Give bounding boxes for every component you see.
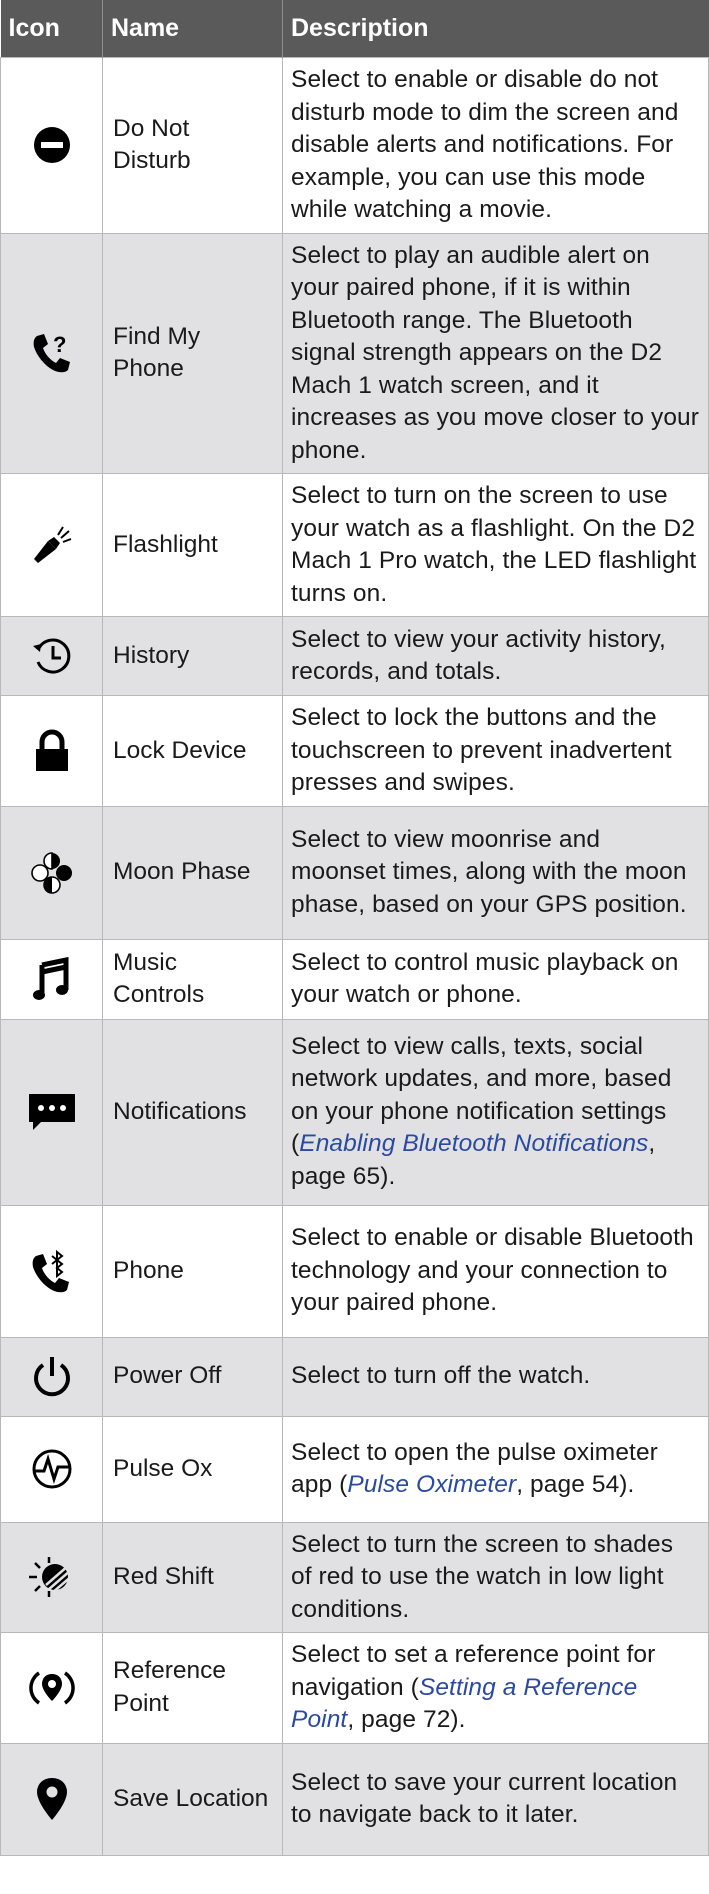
- table-row: Power Off Select to turn off the watch.: [0, 1336, 709, 1417]
- table-row: Do Not Disturb Select to enable or disab…: [0, 57, 709, 234]
- row-description: Select to lock the buttons and the touch…: [282, 695, 709, 807]
- row-description: Select to view calls, texts, social netw…: [282, 1018, 709, 1206]
- header-description: Description: [282, 0, 709, 58]
- red-shift-icon: [1, 1555, 102, 1599]
- table-row: ? Find My Phone Select to play an audibl…: [0, 232, 709, 474]
- svg-text:?: ?: [53, 332, 66, 357]
- header-name: Name: [102, 0, 283, 58]
- table-row: Lock Device Select to lock the buttons a…: [0, 695, 709, 807]
- moon-phase-icon: [1, 850, 102, 896]
- table-row: Reference Point Select to set a referenc…: [0, 1632, 709, 1744]
- row-description: Select to enable or disable Bluetooth te…: [282, 1204, 709, 1338]
- table-row: Moon Phase Select to view moonrise and m…: [0, 805, 709, 940]
- history-icon: [1, 634, 102, 678]
- row-description: Select to turn on the screen to use your…: [282, 473, 709, 617]
- cross-reference-link[interactable]: Enabling Bluetooth Notifi­cations: [299, 1130, 648, 1157]
- row-description: Select to open the pulse oximeter app (P…: [282, 1415, 709, 1523]
- phone-bluetooth-icon: [1, 1248, 102, 1294]
- row-description: Select to set a reference point for navi…: [282, 1632, 709, 1744]
- table-row: History Select to view your activity his…: [0, 616, 709, 696]
- row-name: Flashlight: [102, 473, 283, 617]
- row-name: Power Off: [102, 1336, 283, 1417]
- reference-point-icon: [1, 1665, 102, 1711]
- table-row: Pulse Ox Select to open the pulse oximet…: [0, 1415, 709, 1523]
- row-description: Select to turn off the watch.: [282, 1336, 709, 1417]
- table-row: Save Location Select to save your curren…: [0, 1742, 709, 1856]
- table-row: Red Shift Select to turn the screen to s…: [0, 1521, 709, 1633]
- row-name: Lock Device: [102, 695, 283, 807]
- row-name: Find My Phone: [102, 232, 283, 474]
- row-description: Select to play an audible alert on your …: [282, 232, 709, 474]
- cross-reference-link[interactable]: Pulse Oximeter: [347, 1471, 516, 1498]
- row-description: Select to view moonrise and moonset time…: [282, 805, 709, 940]
- do-not-disturb-icon: [1, 125, 102, 165]
- row-description: Select to view your activity history, re…: [282, 616, 709, 696]
- row-name: Red Shift: [102, 1521, 283, 1633]
- row-name: History: [102, 616, 283, 696]
- row-name: Pulse Ox: [102, 1415, 283, 1523]
- row-name: Moon Phase: [102, 805, 283, 940]
- lock-icon: [1, 729, 102, 773]
- row-description: Select to enable or disable do not distu…: [282, 57, 709, 234]
- row-description: Select to control music playback on your…: [282, 938, 709, 1020]
- row-name: Do Not Disturb: [102, 57, 283, 234]
- find-my-phone-icon: ?: [1, 330, 102, 376]
- table-row: Phone Select to enable or disable Blueto…: [0, 1204, 709, 1338]
- controls-table: Icon Name Description Do Not Disturb Sel…: [0, 0, 709, 1856]
- row-description: Select to turn the screen to shades of r…: [282, 1521, 709, 1633]
- pulse-ox-icon: [1, 1447, 102, 1491]
- row-name: Phone: [102, 1204, 283, 1338]
- table-row: Notifications Select to view calls, text…: [0, 1018, 709, 1206]
- row-name: Music Controls: [102, 938, 283, 1020]
- table-row: Flashlight Select to turn on the screen …: [0, 473, 709, 617]
- notifications-icon: [1, 1090, 102, 1134]
- location-pin-icon: [1, 1776, 102, 1822]
- row-name: Notifications: [102, 1018, 283, 1206]
- music-note-icon: [1, 957, 102, 1001]
- power-icon: [1, 1354, 102, 1400]
- table-row: Music Controls Select to control music p…: [0, 938, 709, 1020]
- row-name: Save Location: [102, 1742, 283, 1856]
- header-icon: Icon: [0, 0, 103, 58]
- header-row: Icon Name Description: [0, 0, 709, 58]
- row-description: Select to save your current location to …: [282, 1742, 709, 1856]
- flashlight-icon: [1, 523, 102, 567]
- row-name: Reference Point: [102, 1632, 283, 1744]
